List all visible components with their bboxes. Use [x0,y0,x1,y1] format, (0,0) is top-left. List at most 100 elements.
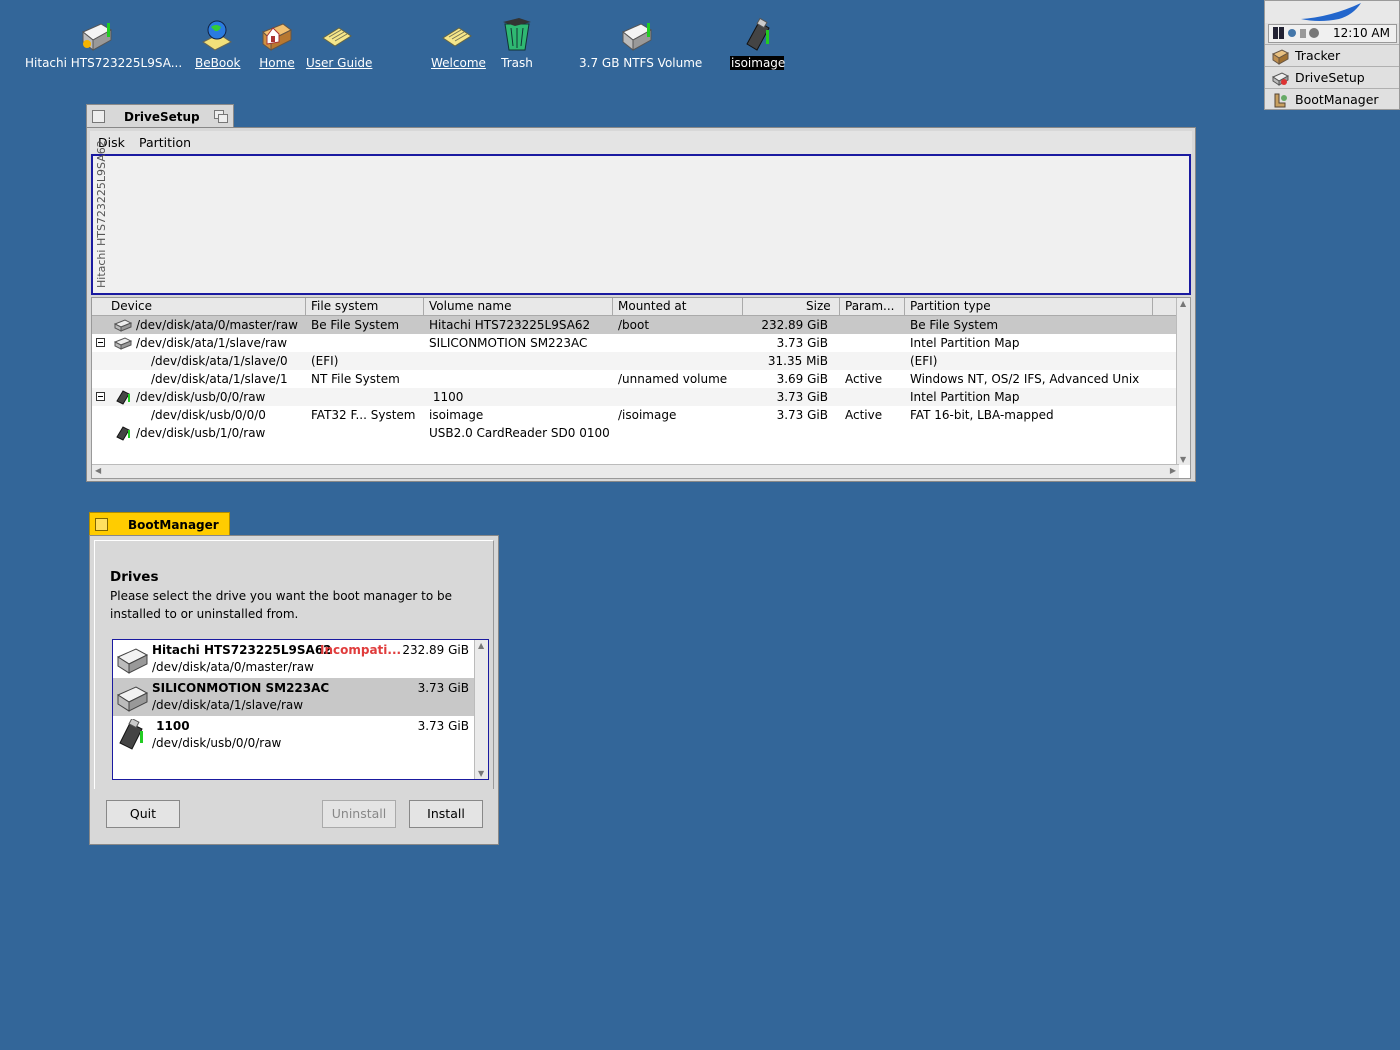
scroll-down-icon[interactable]: ▼ [478,769,484,778]
app-label: BootManager [1295,92,1379,107]
desktop-icon-isoimage[interactable]: isoimage [730,18,786,70]
desktop-icon-user-guide[interactable]: User Guide [305,18,373,70]
cell-ptype: Intel Partition Map [910,390,1020,404]
deskbar-app-tracker[interactable]: Tracker [1265,44,1399,67]
desktop-icon-home[interactable]: Home [258,18,296,70]
scroll-up-icon[interactable]: ▲ [1180,299,1186,308]
usb-drive-icon [739,18,775,54]
desktop-icon-label: User Guide [306,56,373,70]
clock[interactable]: 12:10 AM [1333,26,1390,40]
usb-drive-icon [116,426,130,441]
disk-map-label: Hitachi HTS723225L9SA62 [95,140,108,288]
cell-device: /dev/disk/ata/1/slave/raw [136,336,288,350]
drive-size: 232.89 GiB [402,643,469,657]
partition-list[interactable]: Device File system Volume name Mounted a… [91,297,1191,479]
col-device[interactable]: Device [111,299,152,313]
system-tray: 12:10 AM [1268,24,1397,43]
cell-device: /dev/disk/ata/1/slave/1 [151,372,288,386]
cell-device: /dev/disk/usb/0/0/0 [151,408,266,422]
hard-disk-icon [114,319,132,332]
cell-fs: NT File System [311,372,400,386]
window-title: BootManager [128,518,219,532]
drive-warning: Incompati... [320,643,402,657]
table-row[interactable]: /dev/disk/ata/1/slave/0 (EFI) 31.35 MiB … [92,352,1179,370]
scroll-down-icon[interactable]: ▼ [1180,455,1186,464]
app-label: Tracker [1295,48,1341,63]
col-size[interactable]: Size [806,299,831,313]
drives-heading: Drives [110,569,159,585]
hard-disk-icon [79,18,115,54]
col-volume-name[interactable]: Volume name [429,299,511,313]
close-button[interactable] [92,110,105,123]
collapse-toggle[interactable] [96,338,105,347]
bootmanager-title-tab[interactable]: BootManager [89,512,230,536]
list-item[interactable]: 1100 3.73 GiB /dev/disk/usb/0/0/raw [113,716,475,754]
table-row[interactable]: /dev/disk/usb/1/0/raw USB2.0 CardReader … [92,424,1179,442]
cell-fs: Be File System [311,318,400,332]
globe-book-icon [199,18,235,54]
table-row[interactable]: /dev/disk/usb/0/0/raw 1100 3.73 GiB Inte… [92,388,1179,406]
drive-list[interactable]: Hitachi HTS723225L9SA62 Incompati... 232… [112,639,489,780]
cell-size: 232.89 GiB [761,318,828,332]
usb-drive-icon [116,390,130,405]
desktop-icon-hitachi[interactable]: Hitachi HTS723225L9SA... [24,18,182,70]
drive-path: /dev/disk/ata/1/slave/raw [152,698,304,712]
cell-device: /dev/disk/ata/1/slave/0 [151,354,288,368]
cell-size: 3.73 GiB [776,390,828,404]
quit-button[interactable]: Quit [106,800,180,828]
drive-name: 1100 [152,719,190,733]
scroll-up-icon[interactable]: ▲ [478,641,484,650]
tray-icons[interactable] [1272,25,1322,42]
desktop-icon-bebook[interactable]: BeBook [194,18,240,70]
column-header: Device File system Volume name Mounted a… [92,298,1179,316]
drive-size: 3.73 GiB [417,681,469,695]
drives-panel: Drives Please select the drive you want … [94,540,494,789]
leaf-logo-icon[interactable] [1265,1,1399,23]
zoom-button[interactable] [214,110,228,123]
tracker-icon [1272,49,1289,65]
col-file-system[interactable]: File system [311,299,378,313]
drivesetup-window: Disk Partition Hitachi HTS723225L9SA62 D… [86,127,1196,482]
collapse-toggle[interactable] [96,392,105,401]
deskbar-app-drivesetup[interactable]: DriveSetup [1265,66,1399,89]
scroll-left-icon[interactable]: ◀ [95,466,101,475]
table-row[interactable]: /dev/disk/ata/1/slave/raw SILICONMOTION … [92,334,1179,352]
table-row[interactable]: /dev/disk/usb/0/0/0 FAT32 F... System is… [92,406,1179,424]
trash-icon [499,18,535,54]
home-folder-icon [259,18,295,54]
scroll-right-icon[interactable]: ▶ [1170,466,1176,475]
vertical-scrollbar[interactable]: ▲ ▼ [1176,298,1190,465]
disk-map-view[interactable]: Hitachi HTS723225L9SA62 [91,140,1191,295]
drive-name: Hitachi HTS723225L9SA62 [152,643,332,657]
col-partition-type[interactable]: Partition type [910,299,991,313]
list-item[interactable]: Hitachi HTS723225L9SA62 Incompati... 232… [113,640,475,678]
desktop-icon-trash[interactable]: Trash [498,18,536,70]
drivesetup-title-tab[interactable]: DriveSetup [86,104,234,128]
table-row[interactable]: /dev/disk/ata/0/master/raw Be File Syste… [92,316,1179,334]
cell-size: 3.69 GiB [776,372,828,386]
col-mounted-at[interactable]: Mounted at [618,299,686,313]
document-icon [439,18,475,54]
uninstall-button[interactable]: Uninstall [322,800,396,828]
cell-ptype: (EFI) [910,354,938,368]
cell-size: 3.73 GiB [776,336,828,350]
cell-size: 31.35 MiB [767,354,828,368]
table-row[interactable]: /dev/disk/ata/1/slave/1 NT File System /… [92,370,1179,388]
desktop-icon-ntfs-volume[interactable]: 3.7 GB NTFS Volume [578,18,702,70]
col-parameters[interactable]: Param... [845,299,894,313]
horizontal-scrollbar[interactable]: ◀ ▶ [92,464,1179,478]
menu-partition[interactable]: Partition [139,135,191,150]
hard-disk-icon [114,337,132,350]
install-button[interactable]: Install [409,800,483,828]
cell-ptype: Intel Partition Map [910,336,1020,350]
cell-fs: (EFI) [311,354,339,368]
desktop-icon-welcome[interactable]: Welcome [430,18,486,70]
desktop-icon-label: isoimage [730,56,786,70]
desktop-icon-label: Welcome [431,56,486,70]
bootmanager-icon [1274,93,1287,108]
list-item[interactable]: SILICONMOTION SM223AC 3.73 GiB /dev/disk… [113,678,475,716]
close-button[interactable] [95,518,108,531]
deskbar-app-bootmanager[interactable]: BootManager [1265,88,1399,111]
vertical-scrollbar[interactable]: ▲ ▼ [474,640,488,779]
cell-device: /dev/disk/ata/0/master/raw [136,318,298,332]
